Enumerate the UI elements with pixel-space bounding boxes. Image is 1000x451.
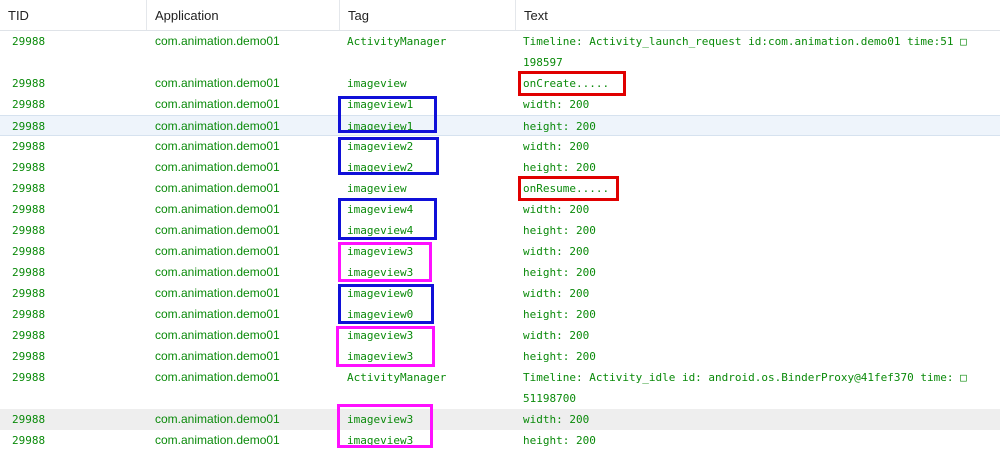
log-application-cell: com.animation.demo01 [155,370,280,384]
log-tid-cell: 29988 [12,413,46,426]
log-row[interactable]: 29988 com.animation.demo01 imageview1 width… [0,94,1000,115]
log-tag-cell: ActivityManager [347,371,447,384]
log-application-cell: com.animation.demo01 [155,160,280,174]
log-application-cell: com.animation.demo01 [155,307,280,321]
log-tid-cell: 29988 [12,203,46,216]
log-text-cell: width: 200 [523,98,590,111]
log-tid-cell: 29988 [12,434,46,447]
log-tid-cell: 29988 [12,371,46,384]
log-application-cell: com.animation.demo01 [155,286,280,300]
log-row[interactable]: 29988 com.animation.demo01 imageview2 heigh… [0,157,1000,178]
log-text-cell: width: 200 [523,413,590,426]
log-tid-cell: 29988 [12,77,46,90]
log-table-header: TID Application Tag Text [0,0,1000,31]
log-text-cell: height: 200 [523,434,596,447]
log-row[interactable]: 29988 com.animation.demo01 imageview4 heigh… [0,220,1000,241]
log-application-cell: com.animation.demo01 [155,433,280,447]
log-tag-cell: imageview [347,182,407,195]
log-tag-cell: imageview [347,77,407,90]
log-text-cell: height: 200 [523,308,596,321]
log-row[interactable]: 29988 com.animation.demo01 imageview4 width… [0,199,1000,220]
log-tid-cell: 29988 [12,98,46,111]
log-text-cell: height: 200 [523,161,596,174]
log-row[interactable]: 29988 com.animation.demo01 ActivityManager… [0,31,1000,73]
log-tid-cell: 29988 [12,140,46,153]
log-tid-cell: 29988 [12,224,46,237]
blue-highlight-box [338,96,437,133]
log-row[interactable]: 29988 com.animation.demo01 imageview1 heigh… [0,115,1000,136]
magenta-highlight-box [337,404,433,448]
blue-highlight-box [338,137,439,175]
log-application-cell: com.animation.demo01 [155,244,280,258]
log-text-cell: width: 200 [523,245,590,258]
log-tid-cell: 29988 [12,266,46,279]
log-tid-cell: 29988 [12,35,46,48]
column-header-application[interactable]: Application [147,0,340,30]
log-text-cell: height: 200 [523,266,596,279]
log-row[interactable]: 29988 com.animation.demo01 imageview2 width… [0,136,1000,157]
blue-highlight-box [338,198,437,240]
log-tid-cell: 29988 [12,245,46,258]
log-text-cell: width: 200 [523,140,590,153]
magenta-highlight-box [336,326,435,367]
log-row[interactable]: 29988 com.animation.demo01 ActivityManager… [0,367,1000,409]
log-tid-cell: 29988 [12,308,46,321]
log-application-cell: com.animation.demo01 [155,223,280,237]
log-text-cell: height: 200 [523,224,596,237]
log-row[interactable]: 29988 com.animation.demo01 imageview3 heigh… [0,262,1000,283]
log-text-cell: width: 200 [523,203,590,216]
log-row[interactable]: 29988 com.animation.demo01 imageview onResu… [0,178,1000,199]
log-row[interactable]: 29988 com.animation.demo01 imageview3 width… [0,409,1000,430]
log-row[interactable]: 29988 com.animation.demo01 imageview onCrea… [0,73,1000,94]
magenta-highlight-box [338,242,432,282]
log-application-cell: com.animation.demo01 [155,34,280,48]
log-tag-cell: ActivityManager [347,35,447,48]
log-row[interactable]: 29988 com.animation.demo01 imageview3 width… [0,325,1000,346]
log-text-cell: height: 200 [523,120,596,133]
log-tid-cell: 29988 [12,120,46,133]
log-row[interactable]: 29988 com.animation.demo01 imageview3 width… [0,241,1000,262]
log-tid-cell: 29988 [12,161,46,174]
log-row[interactable]: 29988 com.animation.demo01 imageview0 heigh… [0,304,1000,325]
log-row[interactable]: 29988 com.animation.demo01 imageview3 heigh… [0,346,1000,367]
log-application-cell: com.animation.demo01 [155,119,280,133]
log-text-cell: width: 200 [523,329,590,342]
log-text-cell: Timeline: Activity_launch_request id:com… [523,35,967,69]
column-header-tag[interactable]: Tag [340,0,516,30]
log-application-cell: com.animation.demo01 [155,181,280,195]
log-tid-cell: 29988 [12,287,46,300]
red-highlight-box [518,71,626,96]
red-highlight-box [518,176,619,201]
log-row[interactable]: 29988 com.animation.demo01 imageview3 heigh… [0,430,1000,449]
log-application-cell: com.animation.demo01 [155,97,280,111]
column-header-text[interactable]: Text [516,0,1000,30]
log-tid-cell: 29988 [12,350,46,363]
log-row[interactable]: 29988 com.animation.demo01 imageview0 width… [0,283,1000,304]
log-text-cell: height: 200 [523,350,596,363]
log-tid-cell: 29988 [12,182,46,195]
log-application-cell: com.animation.demo01 [155,349,280,363]
log-application-cell: com.animation.demo01 [155,328,280,342]
log-text-cell: width: 200 [523,287,590,300]
log-application-cell: com.animation.demo01 [155,202,280,216]
log-text-cell: Timeline: Activity_idle id: android.os.B… [523,371,967,405]
log-application-cell: com.animation.demo01 [155,412,280,426]
log-application-cell: com.animation.demo01 [155,139,280,153]
log-application-cell: com.animation.demo01 [155,76,280,90]
log-application-cell: com.animation.demo01 [155,265,280,279]
log-tid-cell: 29988 [12,329,46,342]
column-header-tid[interactable]: TID [0,0,147,30]
blue-highlight-box [338,284,434,324]
